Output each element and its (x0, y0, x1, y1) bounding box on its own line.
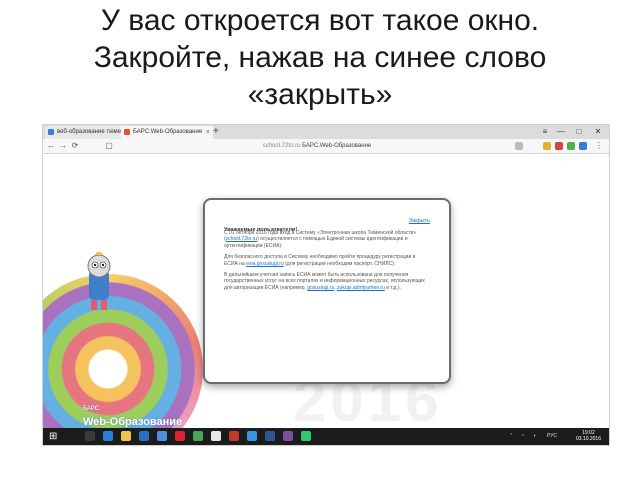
tab-strip: веб-образование тюмень × БАРС.Web-Образо… (43, 125, 609, 139)
address-bar[interactable]: school.72to.ru БАРС.Web-Образование (117, 141, 517, 151)
school-link[interactable]: school.72to.ru (226, 236, 257, 242)
para2-text-end: (для регистрации необходим паспорт, СНИЛ… (283, 260, 396, 267)
more-icon[interactable]: ⋮ (593, 139, 605, 153)
tab-1-favicon-icon (48, 129, 54, 135)
modal-title: Уважаемые пользователи! (224, 227, 298, 233)
modal-paragraph-2: Для безопасного доступа в Систему необхо… (224, 254, 430, 267)
browser-screenshot: веб-образование тюмень × БАРС.Web-Образо… (42, 124, 610, 446)
logo-small-text: БАРС (83, 406, 100, 412)
close-window-icon[interactable]: ✕ (590, 125, 606, 139)
network-icon[interactable]: ◔ (521, 428, 524, 445)
clock-date: 03.10.2016 (575, 436, 601, 442)
notice-modal: Уважаемые пользователи! Закрыть С 01 окт… (203, 198, 451, 384)
reload-icon[interactable]: ⟳ (69, 139, 81, 153)
volume-icon[interactable]: ◖ (533, 428, 536, 445)
forward-icon[interactable]: → (57, 139, 69, 153)
zakupi-link[interactable]: zakupi.admtyumen.ru (337, 285, 385, 291)
back-icon[interactable]: ← (45, 139, 57, 153)
extension-icon[interactable] (555, 142, 563, 150)
taskbar-viber-icon[interactable] (283, 431, 293, 441)
taskbar-app-icon[interactable] (229, 431, 239, 441)
url-host: school.72to.ru (262, 143, 301, 149)
slide-title-line3: «закрыть» (247, 78, 393, 111)
tray-up-icon[interactable]: ⌃ (509, 428, 513, 445)
taskbar-word-icon[interactable] (265, 431, 275, 441)
esia-link[interactable]: esia.gosuslugi.ru (246, 261, 284, 267)
taskbar-app-icon[interactable] (301, 431, 311, 441)
modal-paragraph-3: В дальнейшем учетная запись ЕСИА может б… (224, 272, 430, 291)
taskbar-chrome-icon[interactable] (193, 431, 203, 441)
taskbar-opera-icon[interactable] (175, 431, 185, 441)
gosuslugi-link[interactable]: gosuslugi.ru (307, 285, 334, 291)
taskbar-store-icon[interactable] (139, 431, 149, 441)
language-indicator[interactable]: РУС (547, 428, 557, 445)
taskbar-task-view-icon[interactable] (85, 431, 95, 441)
taskbar-yandex-icon[interactable] (211, 431, 221, 441)
bookmark-icon[interactable] (543, 142, 551, 150)
modal-header: Уважаемые пользователи! Закрыть (224, 218, 430, 233)
extension-icon[interactable] (567, 142, 575, 150)
url-title: БАРС.Web-Образование (302, 143, 372, 149)
slide-title-line2: Закройте, нажав на синее слово (93, 41, 547, 74)
tab-2-favicon-icon (124, 129, 130, 135)
reader-icon[interactable] (515, 142, 523, 150)
tab-2[interactable]: БАРС.Web-Образование × (121, 126, 213, 139)
taskbar-mail-icon[interactable] (157, 431, 167, 441)
menu-icon[interactable]: ≡ (537, 125, 553, 139)
taskbar: ⊞ ⌃ ◔ ◖ РУС 19:02 03.10.2016 (43, 428, 609, 445)
slide-title-line1: У вас откроется вот такое окно. (100, 4, 540, 37)
clock[interactable]: 19:02 03.10.2016 (576, 430, 601, 442)
new-tab-button[interactable]: + (213, 125, 219, 139)
slide-title: У вас откроется вот такое окно. Закройте… (0, 2, 640, 113)
address-bar-row: ← → ⟳ ▢ school.72to.ru БАРС.Web-Образова… (43, 139, 609, 154)
para3-text-end: и т.д.). (384, 284, 401, 291)
minimize-icon[interactable]: — (553, 125, 569, 139)
page-content: БАРС Web-Образование 2016 Уважаемые поль… (43, 154, 609, 445)
taskbar-edge-icon[interactable] (103, 431, 113, 441)
maximize-icon[interactable]: □ (571, 125, 587, 139)
mascot-icon (87, 252, 111, 310)
start-button[interactable]: ⊞ (49, 431, 57, 442)
taskbar-explorer-icon[interactable] (121, 431, 131, 441)
tab-1-label: веб-образование тюмень (57, 129, 128, 135)
tab-2-label: БАРС.Web-Образование (133, 129, 203, 135)
extension-icon[interactable] (579, 142, 587, 150)
modal-close-link[interactable]: Закрыть (409, 218, 430, 224)
lock-icon: ▢ (105, 141, 113, 150)
taskbar-search-icon[interactable] (67, 431, 77, 441)
taskbar-app-icon[interactable] (247, 431, 257, 441)
logo-text: Web-Образование (83, 416, 183, 428)
tab-2-close-icon[interactable]: × (206, 126, 210, 139)
